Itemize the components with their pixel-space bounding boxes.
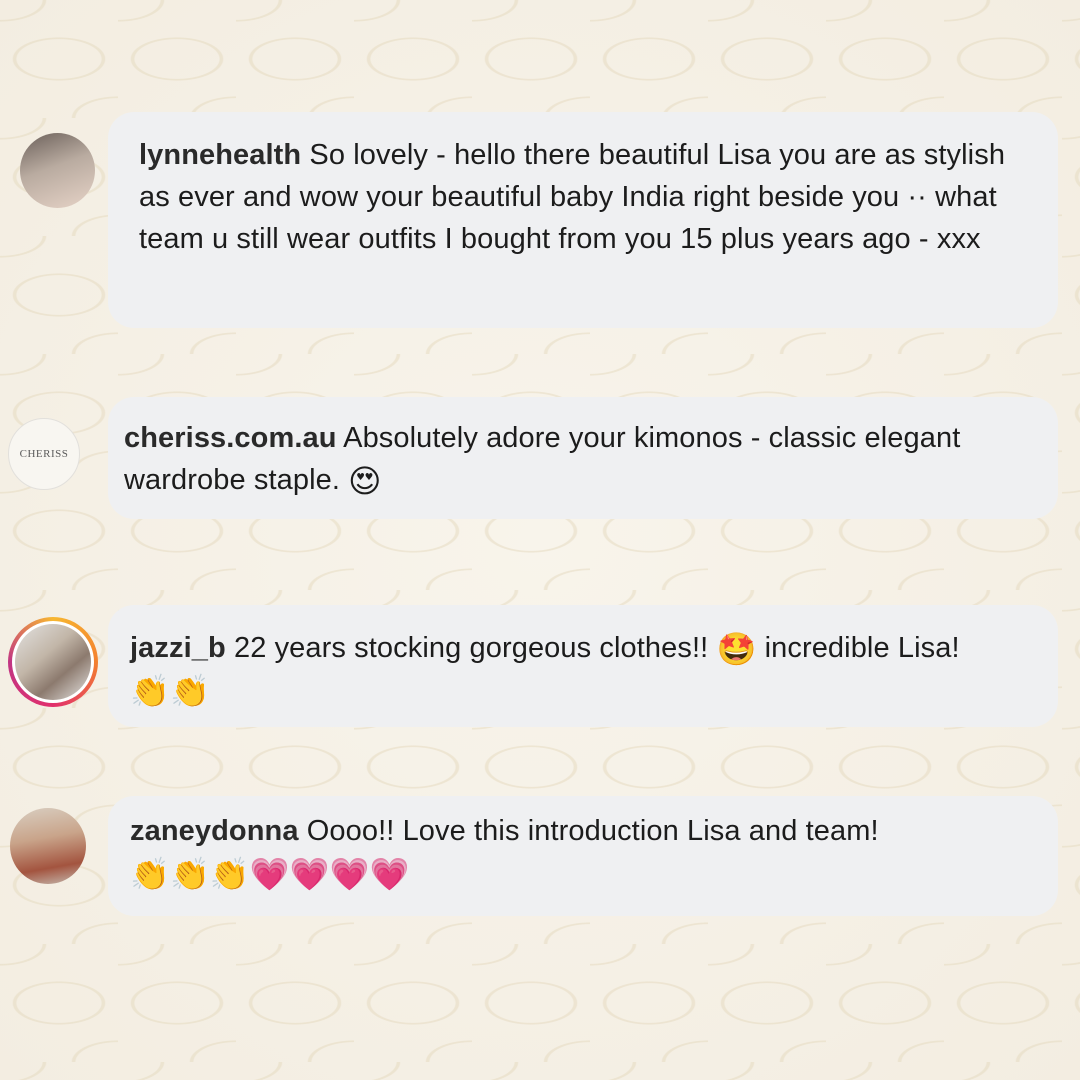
star-struck-emoji-icon: 🤩 bbox=[716, 630, 757, 668]
avatar-story-ring[interactable] bbox=[8, 617, 98, 707]
comment-bubble: lynnehealth So lovely - hello there beau… bbox=[108, 112, 1058, 328]
comment-body-continued: incredible Lisa! bbox=[764, 632, 960, 664]
comment-username[interactable]: lynnehealth bbox=[139, 139, 301, 171]
comment-text: cheriss.com.au Absolutely adore your kim… bbox=[124, 417, 1028, 501]
avatar[interactable] bbox=[20, 133, 95, 208]
clapping-hands-emoji-icon: 👏👏 bbox=[130, 672, 210, 710]
comment-username[interactable]: cheriss.com.au bbox=[124, 422, 337, 454]
comment-text: lynnehealth So lovely - hello there beau… bbox=[139, 134, 1028, 260]
clapping-hands-hearts-emoji-icon: 👏👏👏💗💗💗💗 bbox=[130, 855, 410, 893]
avatar[interactable]: CHERISS bbox=[8, 418, 80, 490]
comment-bubble: jazzi_b 22 years stocking gorgeous cloth… bbox=[108, 605, 1058, 727]
avatar-photo bbox=[15, 624, 91, 700]
heart-eyes-emoji-icon: 😍 bbox=[348, 462, 382, 500]
brand-logo-icon: CHERISS bbox=[19, 448, 69, 460]
comment-username[interactable]: zaneydonna bbox=[130, 815, 299, 847]
avatar-inner bbox=[12, 621, 94, 703]
comment-text: jazzi_b 22 years stocking gorgeous cloth… bbox=[130, 627, 1028, 711]
comment-body: 22 years stocking gorgeous clothes!! bbox=[233, 632, 709, 664]
comment-bubble: zaneydonna Oooo!! Love this introduction… bbox=[108, 796, 1058, 916]
avatar[interactable] bbox=[10, 808, 86, 884]
comment-text: zaneydonna Oooo!! Love this introduction… bbox=[130, 810, 1028, 894]
comment-username[interactable]: jazzi_b bbox=[130, 632, 226, 664]
comment-body: Oooo!! Love this introduction Lisa and t… bbox=[306, 815, 879, 847]
comment-bubble: cheriss.com.au Absolutely adore your kim… bbox=[108, 397, 1058, 519]
